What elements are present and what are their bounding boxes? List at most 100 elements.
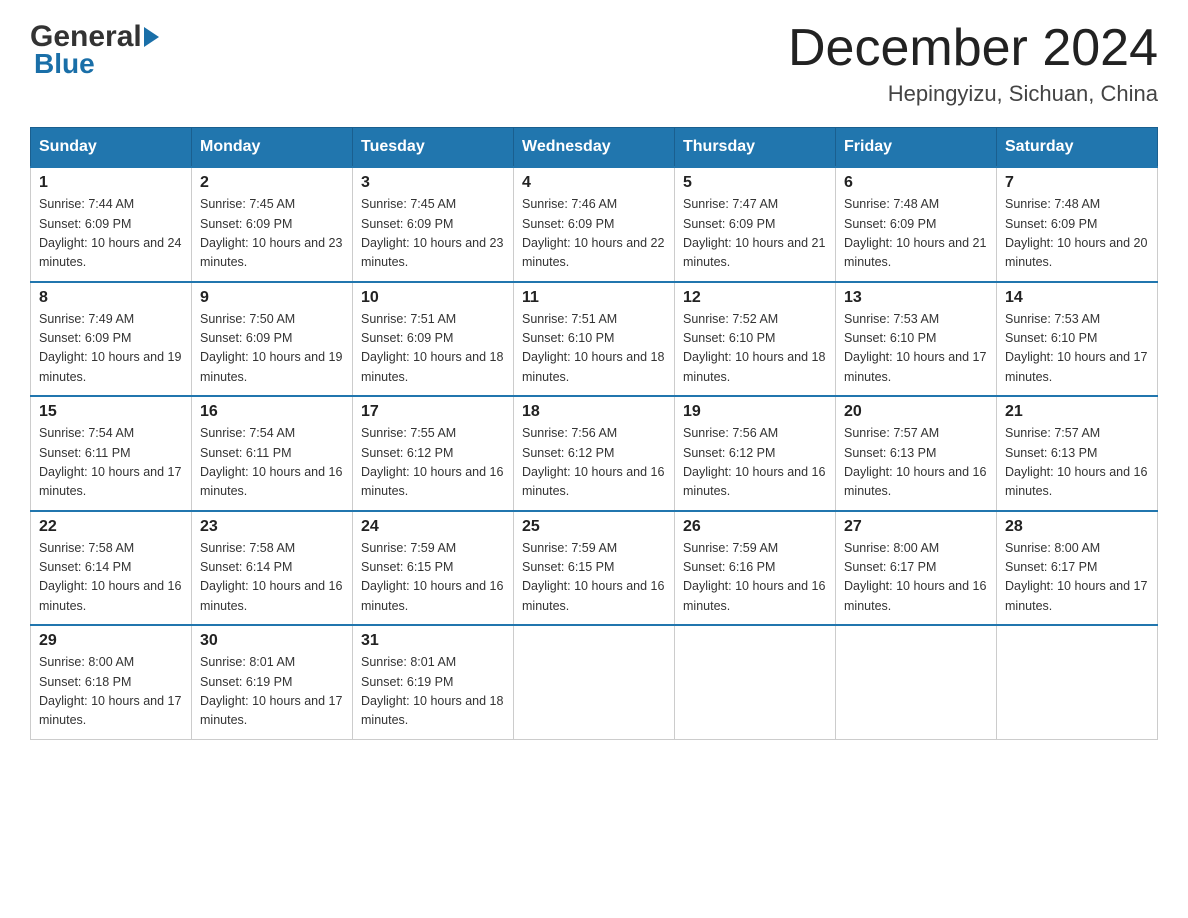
day-info: Sunrise: 8:01 AMSunset: 6:19 PMDaylight:…: [200, 653, 344, 731]
calendar-cell: 9 Sunrise: 7:50 AMSunset: 6:09 PMDaylight…: [192, 282, 353, 397]
day-number: 2: [200, 174, 344, 192]
calendar-week-row: 15 Sunrise: 7:54 AMSunset: 6:11 PMDayligh…: [31, 396, 1158, 511]
header-tuesday: Tuesday: [353, 128, 514, 168]
day-info: Sunrise: 7:52 AMSunset: 6:10 PMDaylight:…: [683, 310, 827, 388]
day-number: 27: [844, 518, 988, 536]
day-number: 6: [844, 174, 988, 192]
day-info: Sunrise: 8:00 AMSunset: 6:17 PMDaylight:…: [1005, 539, 1149, 617]
calendar-cell: 23 Sunrise: 7:58 AMSunset: 6:14 PMDayligh…: [192, 511, 353, 626]
day-info: Sunrise: 7:58 AMSunset: 6:14 PMDaylight:…: [39, 539, 183, 617]
day-number: 15: [39, 403, 183, 421]
day-info: Sunrise: 7:45 AMSunset: 6:09 PMDaylight:…: [200, 195, 344, 273]
day-info: Sunrise: 7:46 AMSunset: 6:09 PMDaylight:…: [522, 195, 666, 273]
day-info: Sunrise: 7:54 AMSunset: 6:11 PMDaylight:…: [39, 424, 183, 502]
header-monday: Monday: [192, 128, 353, 168]
day-info: Sunrise: 7:53 AMSunset: 6:10 PMDaylight:…: [1005, 310, 1149, 388]
header-sunday: Sunday: [31, 128, 192, 168]
day-info: Sunrise: 7:48 AMSunset: 6:09 PMDaylight:…: [844, 195, 988, 273]
calendar-cell: 6 Sunrise: 7:48 AMSunset: 6:09 PMDaylight…: [836, 167, 997, 282]
day-info: Sunrise: 7:59 AMSunset: 6:15 PMDaylight:…: [522, 539, 666, 617]
calendar-week-row: 1Sunrise: 7:44 AMSunset: 6:09 PMDaylight…: [31, 167, 1158, 282]
day-number: 23: [200, 518, 344, 536]
calendar-cell: 4Sunrise: 7:46 AMSunset: 6:09 PMDaylight…: [514, 167, 675, 282]
calendar-cell: 19Sunrise: 7:56 AMSunset: 6:12 PMDayligh…: [675, 396, 836, 511]
day-info: Sunrise: 7:59 AMSunset: 6:15 PMDaylight:…: [361, 539, 505, 617]
day-number: 25: [522, 518, 666, 536]
calendar-cell: [675, 625, 836, 739]
calendar-cell: [836, 625, 997, 739]
day-number: 17: [361, 403, 505, 421]
day-number: 29: [39, 632, 183, 650]
calendar-cell: 22 Sunrise: 7:58 AMSunset: 6:14 PMDayligh…: [31, 511, 192, 626]
day-number: 12: [683, 289, 827, 307]
day-number: 20: [844, 403, 988, 421]
day-info: Sunrise: 7:55 AMSunset: 6:12 PMDaylight:…: [361, 424, 505, 502]
calendar-cell: [997, 625, 1158, 739]
day-info: Sunrise: 8:01 AMSunset: 6:19 PMDaylight:…: [361, 653, 505, 731]
day-number: 22: [39, 518, 183, 536]
calendar-cell: 10 Sunrise: 7:51 AMSunset: 6:09 PMDayligh…: [353, 282, 514, 397]
calendar-cell: 31 Sunrise: 8:01 AMSunset: 6:19 PMDayligh…: [353, 625, 514, 739]
day-number: 21: [1005, 403, 1149, 421]
day-info: Sunrise: 7:58 AMSunset: 6:14 PMDaylight:…: [200, 539, 344, 617]
calendar-cell: 11Sunrise: 7:51 AMSunset: 6:10 PMDayligh…: [514, 282, 675, 397]
calendar-table: SundayMondayTuesdayWednesdayThursdayFrid…: [30, 127, 1158, 740]
logo-blue-text: Blue: [34, 48, 95, 80]
page-header: General Blue December 2024 Hepingyizu, S…: [30, 20, 1158, 107]
location-subtitle: Hepingyizu, Sichuan, China: [788, 81, 1158, 107]
calendar-cell: 5Sunrise: 7:47 AMSunset: 6:09 PMDaylight…: [675, 167, 836, 282]
day-info: Sunrise: 8:00 AMSunset: 6:18 PMDaylight:…: [39, 653, 183, 731]
day-info: Sunrise: 7:53 AMSunset: 6:10 PMDaylight:…: [844, 310, 988, 388]
day-number: 26: [683, 518, 827, 536]
calendar-cell: 16Sunrise: 7:54 AMSunset: 6:11 PMDayligh…: [192, 396, 353, 511]
calendar-cell: 8 Sunrise: 7:49 AMSunset: 6:09 PMDaylight…: [31, 282, 192, 397]
day-number: 7: [1005, 174, 1149, 192]
day-number: 11: [522, 289, 666, 307]
calendar-cell: 28 Sunrise: 8:00 AMSunset: 6:17 PMDayligh…: [997, 511, 1158, 626]
day-number: 8: [39, 289, 183, 307]
calendar-cell: 21 Sunrise: 7:57 AMSunset: 6:13 PMDayligh…: [997, 396, 1158, 511]
day-number: 30: [200, 632, 344, 650]
calendar-cell: 14 Sunrise: 7:53 AMSunset: 6:10 PMDayligh…: [997, 282, 1158, 397]
logo-arrow-icon: [144, 27, 159, 47]
calendar-cell: 24 Sunrise: 7:59 AMSunset: 6:15 PMDayligh…: [353, 511, 514, 626]
day-number: 28: [1005, 518, 1149, 536]
calendar-cell: 1Sunrise: 7:44 AMSunset: 6:09 PMDaylight…: [31, 167, 192, 282]
calendar-cell: 7Sunrise: 7:48 AMSunset: 6:09 PMDaylight…: [997, 167, 1158, 282]
calendar-cell: 18Sunrise: 7:56 AMSunset: 6:12 PMDayligh…: [514, 396, 675, 511]
calendar-cell: 3Sunrise: 7:45 AMSunset: 6:09 PMDaylight…: [353, 167, 514, 282]
day-info: Sunrise: 7:44 AMSunset: 6:09 PMDaylight:…: [39, 195, 183, 273]
day-number: 14: [1005, 289, 1149, 307]
day-info: Sunrise: 7:57 AMSunset: 6:13 PMDaylight:…: [844, 424, 988, 502]
day-number: 10: [361, 289, 505, 307]
day-number: 9: [200, 289, 344, 307]
day-info: Sunrise: 7:47 AMSunset: 6:09 PMDaylight:…: [683, 195, 827, 273]
title-block: December 2024 Hepingyizu, Sichuan, China: [788, 20, 1158, 107]
day-info: Sunrise: 7:45 AMSunset: 6:09 PMDaylight:…: [361, 195, 505, 273]
header-friday: Friday: [836, 128, 997, 168]
day-number: 16: [200, 403, 344, 421]
day-number: 24: [361, 518, 505, 536]
day-number: 31: [361, 632, 505, 650]
day-info: Sunrise: 7:51 AMSunset: 6:09 PMDaylight:…: [361, 310, 505, 388]
calendar-cell: 15 Sunrise: 7:54 AMSunset: 6:11 PMDayligh…: [31, 396, 192, 511]
day-info: Sunrise: 7:59 AMSunset: 6:16 PMDaylight:…: [683, 539, 827, 617]
day-info: Sunrise: 8:00 AMSunset: 6:17 PMDaylight:…: [844, 539, 988, 617]
calendar-cell: 2 Sunrise: 7:45 AMSunset: 6:09 PMDaylight…: [192, 167, 353, 282]
day-info: Sunrise: 7:49 AMSunset: 6:09 PMDaylight:…: [39, 310, 183, 388]
calendar-week-row: 22 Sunrise: 7:58 AMSunset: 6:14 PMDayligh…: [31, 511, 1158, 626]
header-saturday: Saturday: [997, 128, 1158, 168]
calendar-cell: 12 Sunrise: 7:52 AMSunset: 6:10 PMDayligh…: [675, 282, 836, 397]
day-number: 18: [522, 403, 666, 421]
calendar-week-row: 29 Sunrise: 8:00 AMSunset: 6:18 PMDayligh…: [31, 625, 1158, 739]
calendar-cell: 25 Sunrise: 7:59 AMSunset: 6:15 PMDayligh…: [514, 511, 675, 626]
day-info: Sunrise: 7:50 AMSunset: 6:09 PMDaylight:…: [200, 310, 344, 388]
header-thursday: Thursday: [675, 128, 836, 168]
calendar-cell: 17 Sunrise: 7:55 AMSunset: 6:12 PMDayligh…: [353, 396, 514, 511]
day-info: Sunrise: 7:57 AMSunset: 6:13 PMDaylight:…: [1005, 424, 1149, 502]
header-wednesday: Wednesday: [514, 128, 675, 168]
day-number: 19: [683, 403, 827, 421]
calendar-cell: 26 Sunrise: 7:59 AMSunset: 6:16 PMDayligh…: [675, 511, 836, 626]
calendar-cell: 27 Sunrise: 8:00 AMSunset: 6:17 PMDayligh…: [836, 511, 997, 626]
calendar-cell: 20 Sunrise: 7:57 AMSunset: 6:13 PMDayligh…: [836, 396, 997, 511]
